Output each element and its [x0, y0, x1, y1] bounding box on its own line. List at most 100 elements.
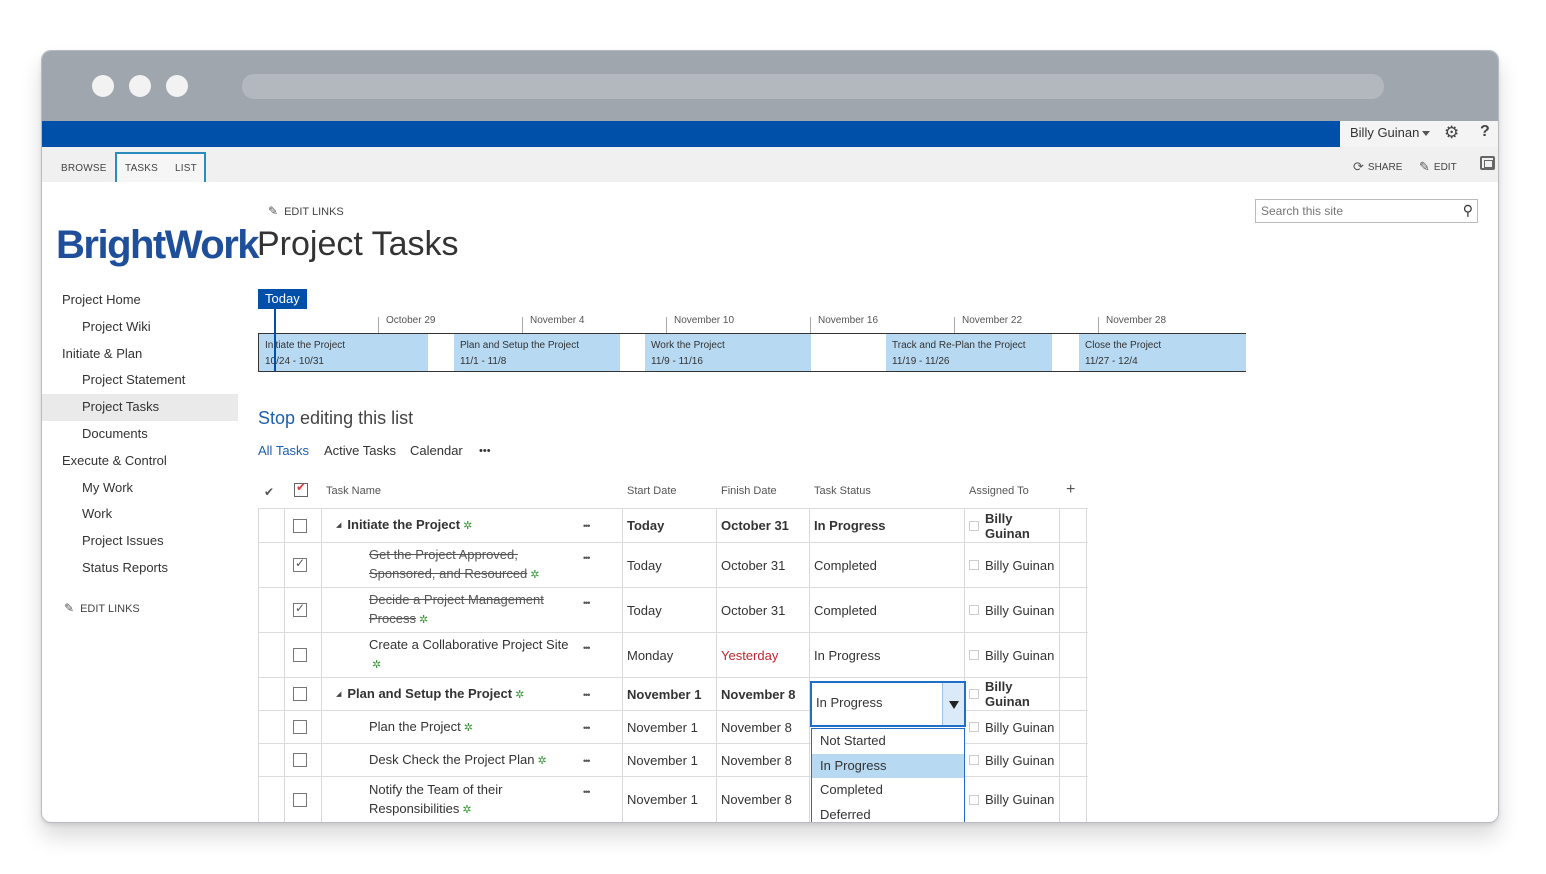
- item-menu-ellipsis[interactable]: •••: [583, 756, 591, 766]
- task-name-link[interactable]: Get the Project Approved, Sponsored, and…: [369, 545, 572, 585]
- nav-item-project-issues[interactable]: Project Issues: [42, 528, 238, 555]
- status-option-not-started[interactable]: Not Started: [812, 729, 964, 754]
- status-option-deferred[interactable]: Deferred: [812, 803, 964, 822]
- row-checkbox[interactable]: [293, 792, 307, 807]
- table-row[interactable]: ◢ Initiate the Project ✲ ••• Today October 31…: [258, 508, 1088, 542]
- row-checkbox[interactable]: [293, 518, 307, 533]
- row-select-cell: [284, 509, 321, 542]
- quick-launch-nav: Project Home Project Wiki Initiate & Plan P…: [42, 287, 238, 582]
- assigned-to-name[interactable]: Billy Guinan: [985, 511, 1059, 541]
- tab-tasks[interactable]: TASKS: [125, 163, 158, 174]
- task-name-link[interactable]: Plan the Project ✲: [369, 717, 473, 738]
- edit-links-nav[interactable]: ✎ EDIT LINKS: [64, 601, 140, 615]
- window-close-dot[interactable]: [92, 75, 114, 97]
- task-name-link[interactable]: Notify the Team of their Responsibilitie…: [369, 780, 572, 820]
- collapse-triangle-icon[interactable]: ◢: [336, 685, 341, 704]
- nav-item-execute-control[interactable]: Execute & Control: [42, 448, 238, 475]
- view-calendar[interactable]: Calendar: [410, 443, 463, 458]
- task-name-link[interactable]: Desk Check the Project Plan ✲: [369, 750, 547, 771]
- brightwork-logo[interactable]: BrightWork: [56, 223, 260, 268]
- edit-links-top[interactable]: ✎ EDIT LINKS: [268, 204, 344, 218]
- row-checkbox[interactable]: [293, 687, 307, 701]
- timeline-bar: Initiate the Project 10/24 - 10/31 Plan an…: [258, 333, 1246, 372]
- timeline-segment[interactable]: Initiate the Project 10/24 - 10/31: [259, 334, 428, 371]
- timeline-segment[interactable]: Track and Re-Plan the Project 11/19 - 11/…: [886, 334, 1052, 371]
- assigned-to-name[interactable]: Billy Guinan: [985, 558, 1054, 573]
- share-button[interactable]: ⟳ SHARE: [1353, 159, 1402, 175]
- tab-browse[interactable]: BROWSE: [61, 163, 107, 174]
- col-start-date[interactable]: Start Date: [627, 485, 677, 497]
- nav-item-project-wiki[interactable]: Project Wiki: [42, 314, 238, 341]
- col-finish-date[interactable]: Finish Date: [721, 485, 777, 497]
- status-option-in-progress[interactable]: In Progress: [812, 753, 964, 779]
- nav-item-work[interactable]: Work: [42, 501, 238, 528]
- item-menu-ellipsis[interactable]: •••: [583, 643, 591, 653]
- row-checkbox[interactable]: [293, 556, 307, 572]
- start-date-cell: November 1: [622, 678, 716, 710]
- status-option-completed[interactable]: Completed: [812, 778, 964, 803]
- collapse-triangle-icon[interactable]: ◢: [336, 516, 341, 535]
- add-column-button[interactable]: +: [1066, 481, 1075, 499]
- assigned-to-name[interactable]: Billy Guinan: [985, 792, 1054, 807]
- item-menu-ellipsis[interactable]: •••: [583, 723, 591, 733]
- more-views-ellipsis[interactable]: •••: [479, 445, 491, 457]
- select-all-checkbox[interactable]: [294, 480, 308, 497]
- nav-item-project-home[interactable]: Project Home: [42, 287, 238, 314]
- assigned-to-name[interactable]: Billy Guinan: [985, 720, 1054, 735]
- timeline-segment[interactable]: Work the Project 11/9 - 11/16: [645, 334, 811, 371]
- assigned-to-name[interactable]: Billy Guinan: [985, 679, 1059, 709]
- search-input[interactable]: [1256, 200, 1446, 222]
- item-menu-ellipsis[interactable]: •••: [583, 553, 591, 563]
- nav-item-project-tasks[interactable]: Project Tasks: [42, 394, 238, 421]
- window-maximize-dot[interactable]: [166, 75, 188, 97]
- finish-date: October 31: [721, 557, 786, 573]
- user-menu[interactable]: Billy Guinan: [1350, 125, 1431, 140]
- timeline-segment[interactable]: Plan and Setup the Project 11/1 - 11/8: [454, 334, 620, 371]
- assigned-to-name[interactable]: Billy Guinan: [985, 603, 1054, 618]
- finish-date: October 31: [721, 602, 786, 618]
- focus-content-icon[interactable]: [1480, 156, 1495, 170]
- gear-icon[interactable]: ⚙: [1444, 123, 1459, 143]
- ribbon: BROWSE TASKS LIST ⟳ SHARE ✎ EDIT: [42, 147, 1498, 182]
- task-name-link[interactable]: ◢ Initiate the Project ✲: [336, 515, 472, 536]
- nav-item-my-work[interactable]: My Work: [42, 475, 238, 502]
- task-name-link[interactable]: Decide a Project Management Process ✲: [369, 590, 572, 630]
- task-status: In Progress: [814, 518, 886, 533]
- row-checkbox[interactable]: [293, 601, 307, 617]
- task-name-link[interactable]: ◢ Plan and Setup the Project ✲: [336, 684, 524, 705]
- row-checkbox[interactable]: [293, 753, 307, 767]
- assigned-to-name[interactable]: Billy Guinan: [985, 648, 1054, 663]
- dropdown-arrow-icon[interactable]: [942, 683, 964, 725]
- row-checkbox[interactable]: [293, 648, 307, 662]
- item-menu-ellipsis[interactable]: •••: [583, 787, 591, 797]
- nav-item-documents[interactable]: Documents: [42, 421, 238, 448]
- view-active-tasks[interactable]: Active Tasks: [324, 443, 396, 458]
- table-row[interactable]: Decide a Project Management Process✲ ••• T…: [258, 587, 1088, 632]
- nav-item-status-reports[interactable]: Status Reports: [42, 555, 238, 582]
- address-bar[interactable]: [242, 74, 1384, 99]
- window-minimize-dot[interactable]: [129, 75, 151, 97]
- edit-button[interactable]: ✎ EDIT: [1419, 159, 1457, 175]
- search-icon[interactable]: ⚲: [1463, 202, 1473, 219]
- timeline-segment[interactable]: Close the Project 11/27 - 12/4: [1079, 334, 1246, 371]
- assigned-to-name[interactable]: Billy Guinan: [985, 753, 1054, 768]
- help-icon[interactable]: ?: [1480, 123, 1490, 141]
- item-menu-ellipsis[interactable]: •••: [583, 521, 591, 531]
- table-row[interactable]: Get the Project Approved, Sponsored, and…: [258, 542, 1088, 587]
- col-task-status[interactable]: Task Status: [814, 485, 871, 497]
- col-assigned-to[interactable]: Assigned To: [969, 485, 1029, 497]
- col-task-name[interactable]: Task Name: [326, 485, 381, 497]
- task-status-input[interactable]: [816, 695, 936, 710]
- stop-editing-link[interactable]: Stop editing this list: [258, 408, 413, 429]
- task-name-link[interactable]: Create a Collaborative Project Site ✲: [369, 635, 572, 675]
- table-row[interactable]: Create a Collaborative Project Site ✲ ••• M…: [258, 632, 1088, 677]
- new-item-icon: ✲: [530, 569, 540, 581]
- view-all-tasks[interactable]: All Tasks: [258, 443, 309, 458]
- row-checkbox[interactable]: [293, 720, 307, 734]
- tab-list[interactable]: LIST: [175, 163, 197, 174]
- item-menu-ellipsis[interactable]: •••: [583, 598, 591, 608]
- timeline-tick: November 4: [522, 316, 584, 333]
- nav-item-initiate-plan[interactable]: Initiate & Plan: [42, 341, 238, 368]
- item-menu-ellipsis[interactable]: •••: [583, 690, 591, 700]
- nav-item-project-statement[interactable]: Project Statement: [42, 367, 238, 394]
